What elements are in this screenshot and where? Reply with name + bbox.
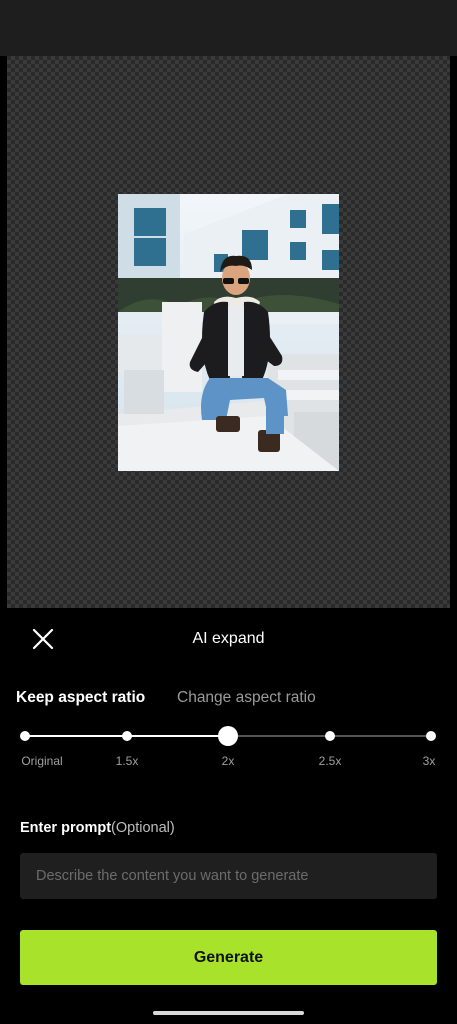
slider-stop-original[interactable] <box>20 731 30 741</box>
prompt-label: Enter prompt(Optional) <box>20 820 175 836</box>
top-bar <box>0 0 457 56</box>
slider-label-2x: 2x <box>221 754 235 768</box>
slider-thumb[interactable] <box>218 726 238 746</box>
home-indicator <box>153 1011 304 1015</box>
slider-stop-2-5x[interactable] <box>324 731 335 741</box>
slider-stop-1-5x[interactable] <box>121 731 132 741</box>
slider-label-2-5x: 2.5x <box>318 754 342 768</box>
slider-label-3x: 3x <box>422 754 436 768</box>
source-photo <box>118 194 339 471</box>
panel-title: AI expand <box>192 630 265 647</box>
prompt-input[interactable] <box>20 853 437 899</box>
tab-keep-aspect-ratio[interactable]: Keep aspect ratio <box>16 689 145 707</box>
tab-change-aspect-ratio[interactable]: Change aspect ratio <box>177 689 316 707</box>
prompt-optional-note: (Optional) <box>111 820 175 836</box>
slider-label-original: Original <box>21 754 63 768</box>
generate-button[interactable]: Generate <box>20 930 437 985</box>
prompt-label-text: Enter prompt <box>20 820 112 836</box>
slider-label-1-5x: 1.5x <box>115 754 139 768</box>
slider-stop-3x[interactable] <box>426 731 436 741</box>
